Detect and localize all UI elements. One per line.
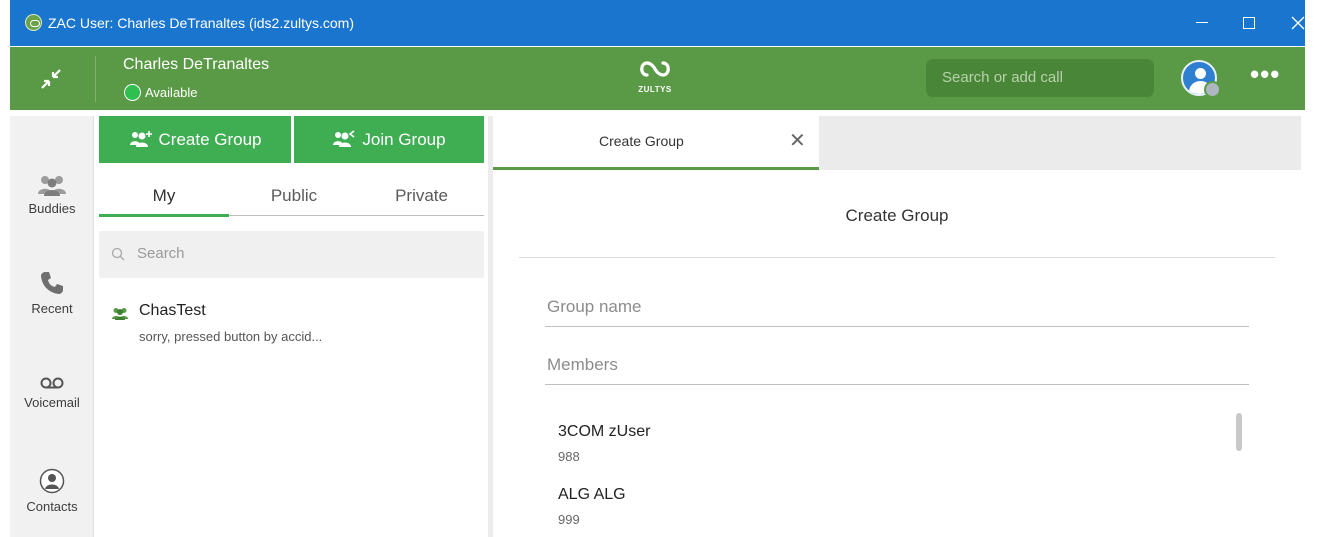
groups-panel: Create Group Join Group My Public Privat… [96, 116, 488, 537]
group-filter-tabs: My Public Private [99, 178, 484, 217]
contacts-icon [39, 468, 65, 494]
search-or-add-call-input[interactable]: Search or add call [926, 59, 1154, 97]
members-field[interactable]: Members [545, 345, 1249, 385]
members-scrollbar[interactable] [1236, 413, 1242, 451]
form-title: Create Group [845, 206, 949, 225]
group-icon [112, 308, 128, 320]
collapse-arrows-icon [41, 69, 61, 89]
create-group-button[interactable]: Create Group [99, 116, 291, 163]
maximize-icon [1243, 17, 1255, 29]
close-icon [1291, 16, 1305, 30]
nav-item-voicemail[interactable]: Voicemail [10, 376, 94, 410]
group-search-placeholder: Search [137, 245, 185, 262]
logo-text: ZULTYS [638, 85, 672, 94]
nav-item-recent[interactable]: Recent [10, 270, 94, 316]
member-name: 3COM zUser [558, 423, 651, 440]
app-window: ZAC User: Charles DeTranaltes (ids2.zult… [0, 0, 1327, 537]
group-name: ChasTest [139, 302, 206, 319]
create-group-label: Create Group [158, 130, 262, 149]
nav-label-recent: Recent [31, 301, 73, 316]
tab-public[interactable]: Public [229, 186, 359, 206]
search-icon [111, 247, 125, 261]
voicemail-icon [40, 377, 64, 389]
member-name: ALG ALG [558, 486, 626, 503]
nav-label-contacts: Contacts [26, 499, 78, 514]
tab-my[interactable]: My [99, 186, 229, 206]
close-window-button[interactable] [1275, 8, 1321, 38]
create-group-icon [129, 131, 152, 147]
group-search-input[interactable]: Search [99, 231, 484, 278]
tab-create-group[interactable]: Create Group ✕ [493, 116, 819, 170]
nav-label-voicemail: Voicemail [24, 395, 80, 410]
minimize-icon [1196, 22, 1208, 23]
presence-status[interactable]: Available [145, 85, 198, 100]
detail-tab-strip: Create Group ✕ [493, 116, 1301, 170]
window-frame-right [1305, 0, 1327, 537]
status-available-icon[interactable] [124, 84, 141, 101]
zultys-logo-mark [640, 61, 670, 77]
list-item[interactable]: ChasTest sorry, pressed button by accid.… [99, 298, 484, 354]
avatar-head [1195, 68, 1206, 79]
close-tab-icon[interactable]: ✕ [789, 128, 806, 153]
tab-private[interactable]: Private [359, 186, 484, 206]
group-name-placeholder: Group name [547, 297, 642, 316]
members-placeholder: Members [547, 355, 618, 374]
collapse-button[interactable] [10, 47, 94, 110]
form-divider [519, 257, 1275, 258]
active-tab-indicator [99, 214, 229, 217]
more-options-button[interactable]: ••• [1250, 61, 1286, 87]
nav-label-buddies: Buddies [28, 201, 76, 216]
user-name: Charles DeTranaltes [123, 56, 270, 73]
buddies-icon [38, 176, 66, 196]
nav-item-buddies[interactable]: Buddies [10, 174, 94, 216]
zac-app-icon [25, 14, 42, 31]
join-group-label: Join Group [362, 130, 446, 149]
zultys-logo: ZULTYS [634, 55, 676, 101]
minimize-button[interactable] [1179, 8, 1225, 38]
left-navigation: Buddies Recent Voicemail Contacts [10, 116, 94, 537]
member-list-item[interactable]: ALG ALG 999 [558, 486, 626, 527]
tab-create-group-label: Create Group [599, 133, 684, 149]
app-header: Charles DeTranaltes Available ZULTYS Sea… [10, 47, 1305, 110]
nav-item-contacts[interactable]: Contacts [10, 468, 94, 514]
member-list-item[interactable]: 3COM zUser 988 [558, 423, 650, 464]
member-extension: 999 [558, 512, 580, 527]
member-extension: 988 [558, 449, 580, 464]
join-group-icon [333, 130, 355, 147]
window-title: ZAC User: Charles DeTranaltes (ids2.zult… [48, 15, 355, 31]
group-last-message: sorry, pressed button by accid... [139, 329, 323, 344]
join-group-button[interactable]: Join Group [294, 116, 484, 163]
header-divider [95, 56, 96, 102]
group-name-field[interactable]: Group name [545, 287, 1249, 327]
phone-icon [41, 272, 63, 294]
title-bar: ZAC User: Charles DeTranaltes (ids2.zult… [10, 0, 1305, 46]
window-frame-left [0, 0, 10, 537]
maximize-button[interactable] [1226, 8, 1272, 38]
avatar-presence-badge [1204, 81, 1221, 98]
create-group-panel: Create Group ✕ Create Group Group name M… [493, 116, 1301, 537]
